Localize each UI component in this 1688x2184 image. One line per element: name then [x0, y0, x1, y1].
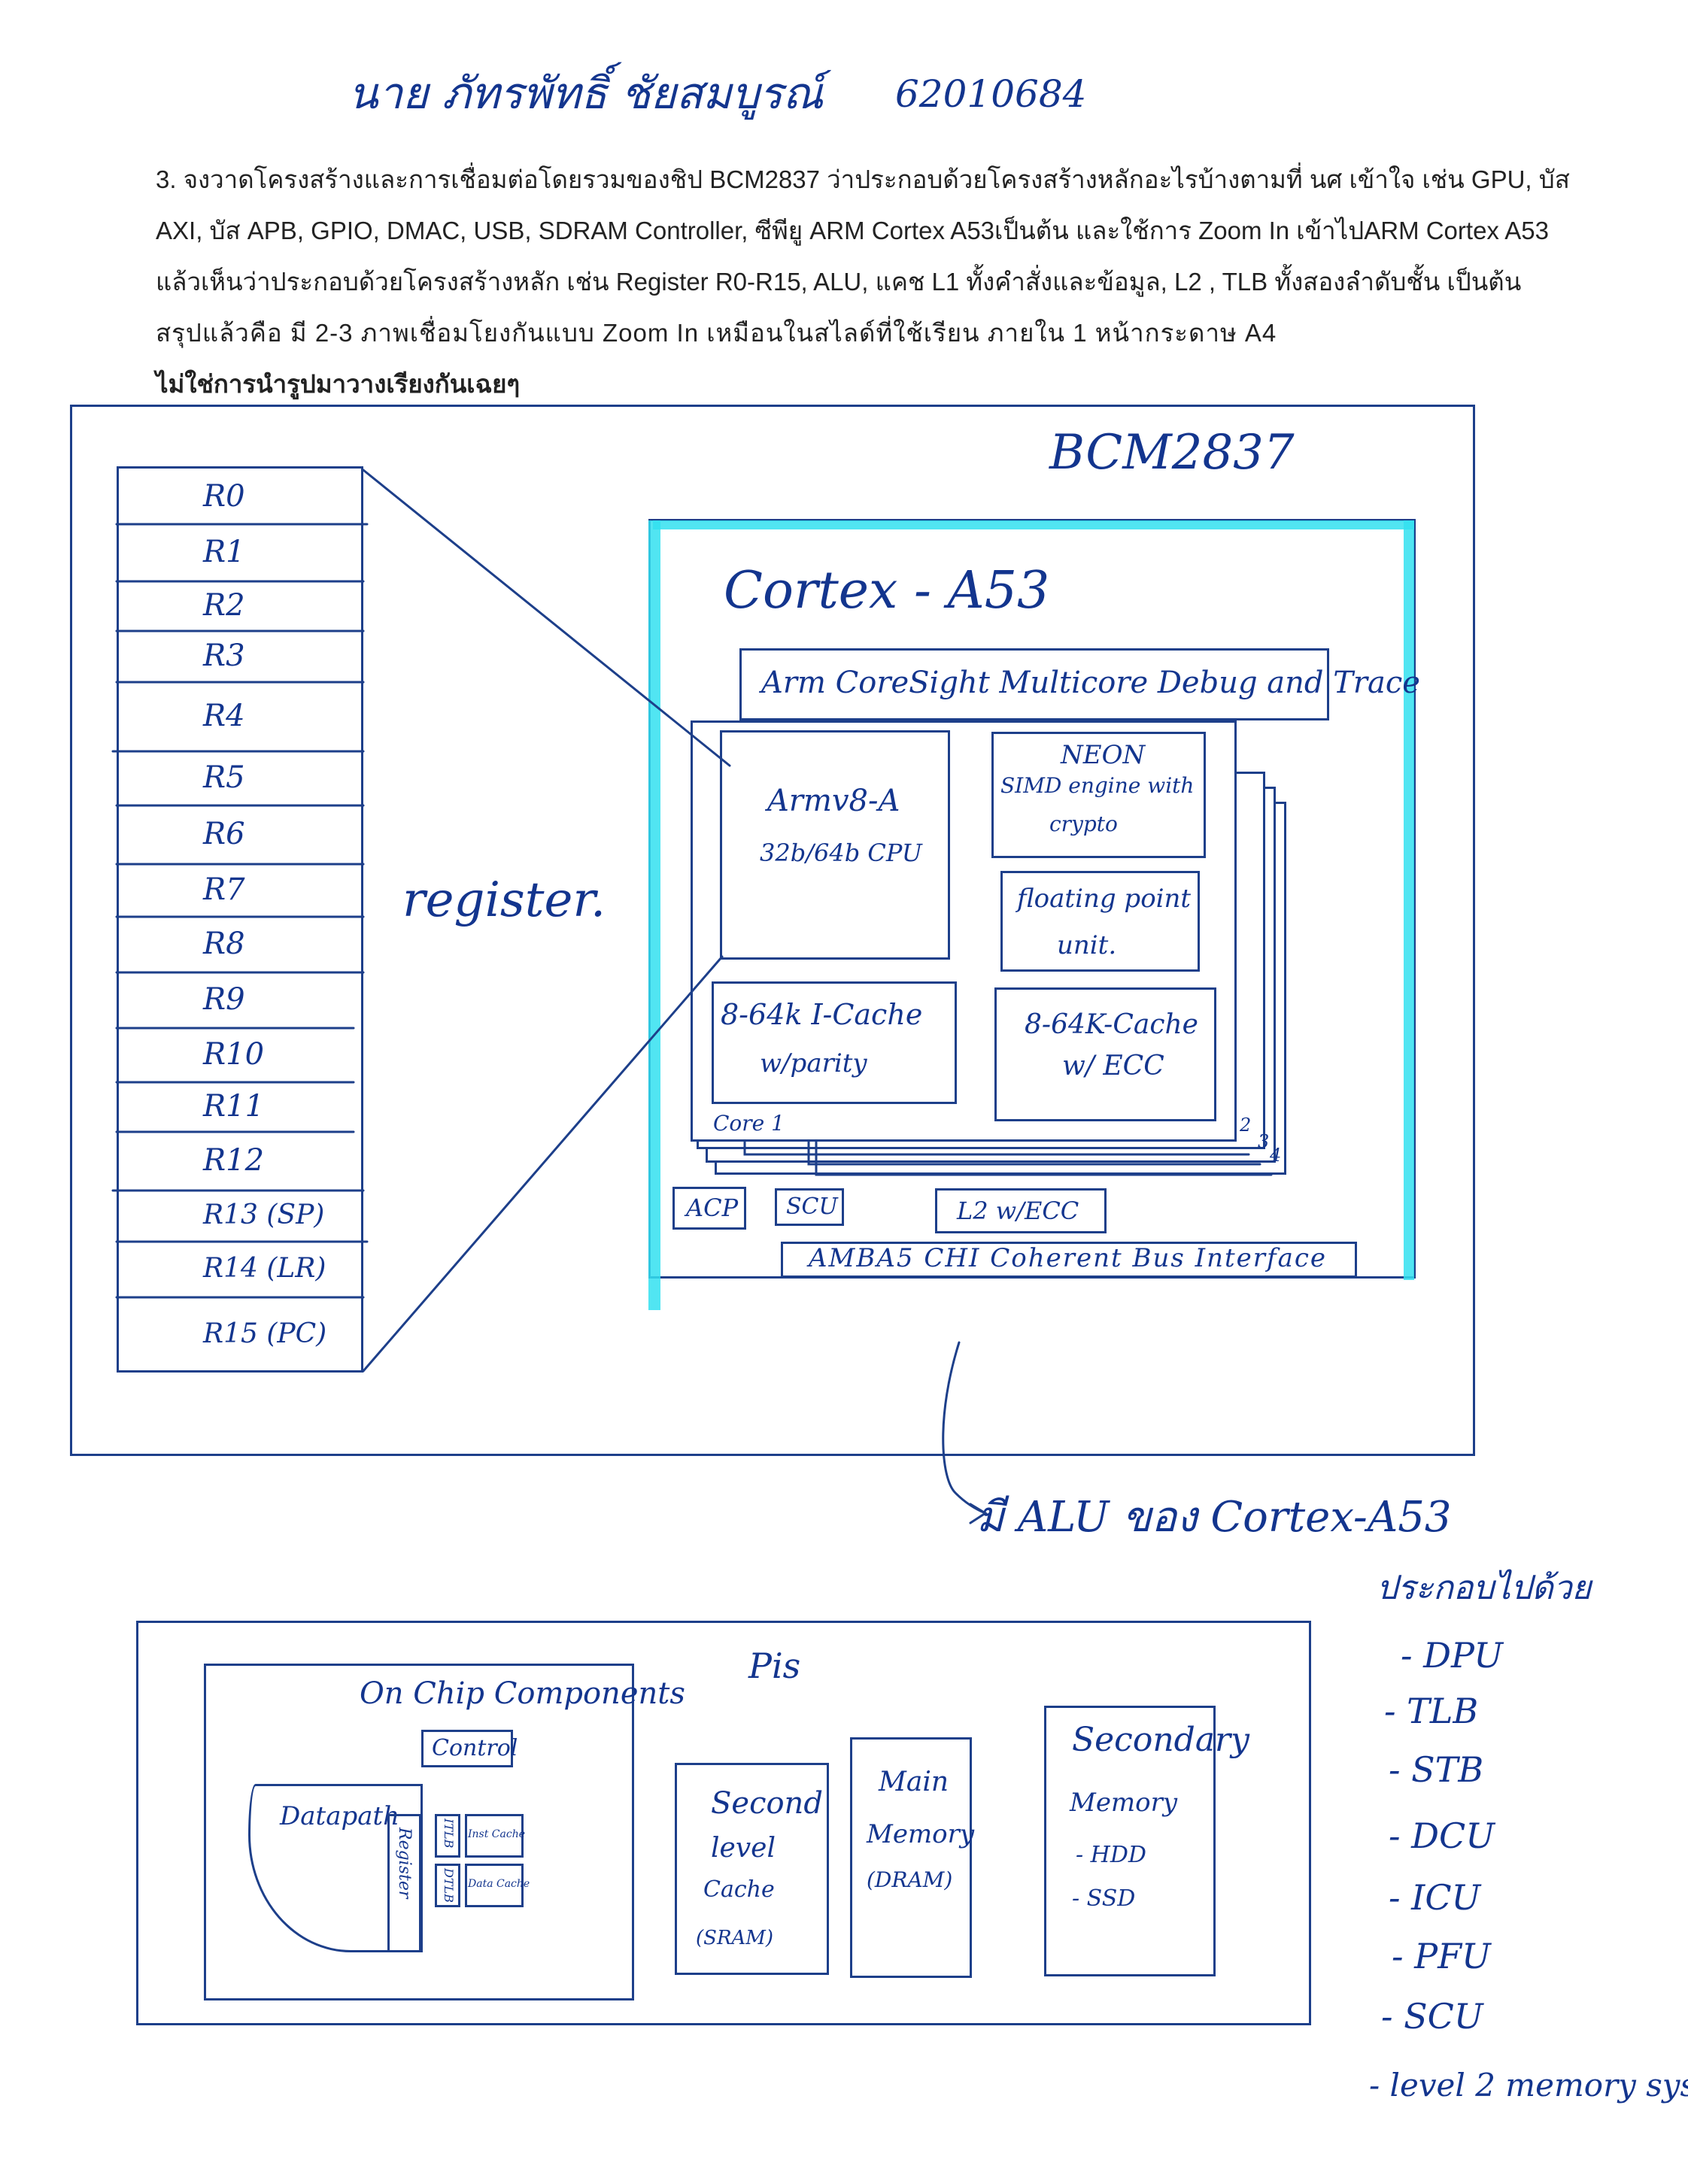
core-stack-bracket	[743, 1140, 1250, 1156]
zoom-line-top	[362, 469, 731, 767]
zoom-connector-lines	[111, 469, 1273, 1524]
zoom-line-bottom	[362, 955, 724, 1373]
alu-arrow	[942, 1341, 988, 1524]
core-stack-bracket	[807, 1140, 1261, 1166]
core-stack-bracket	[815, 1140, 1273, 1176]
